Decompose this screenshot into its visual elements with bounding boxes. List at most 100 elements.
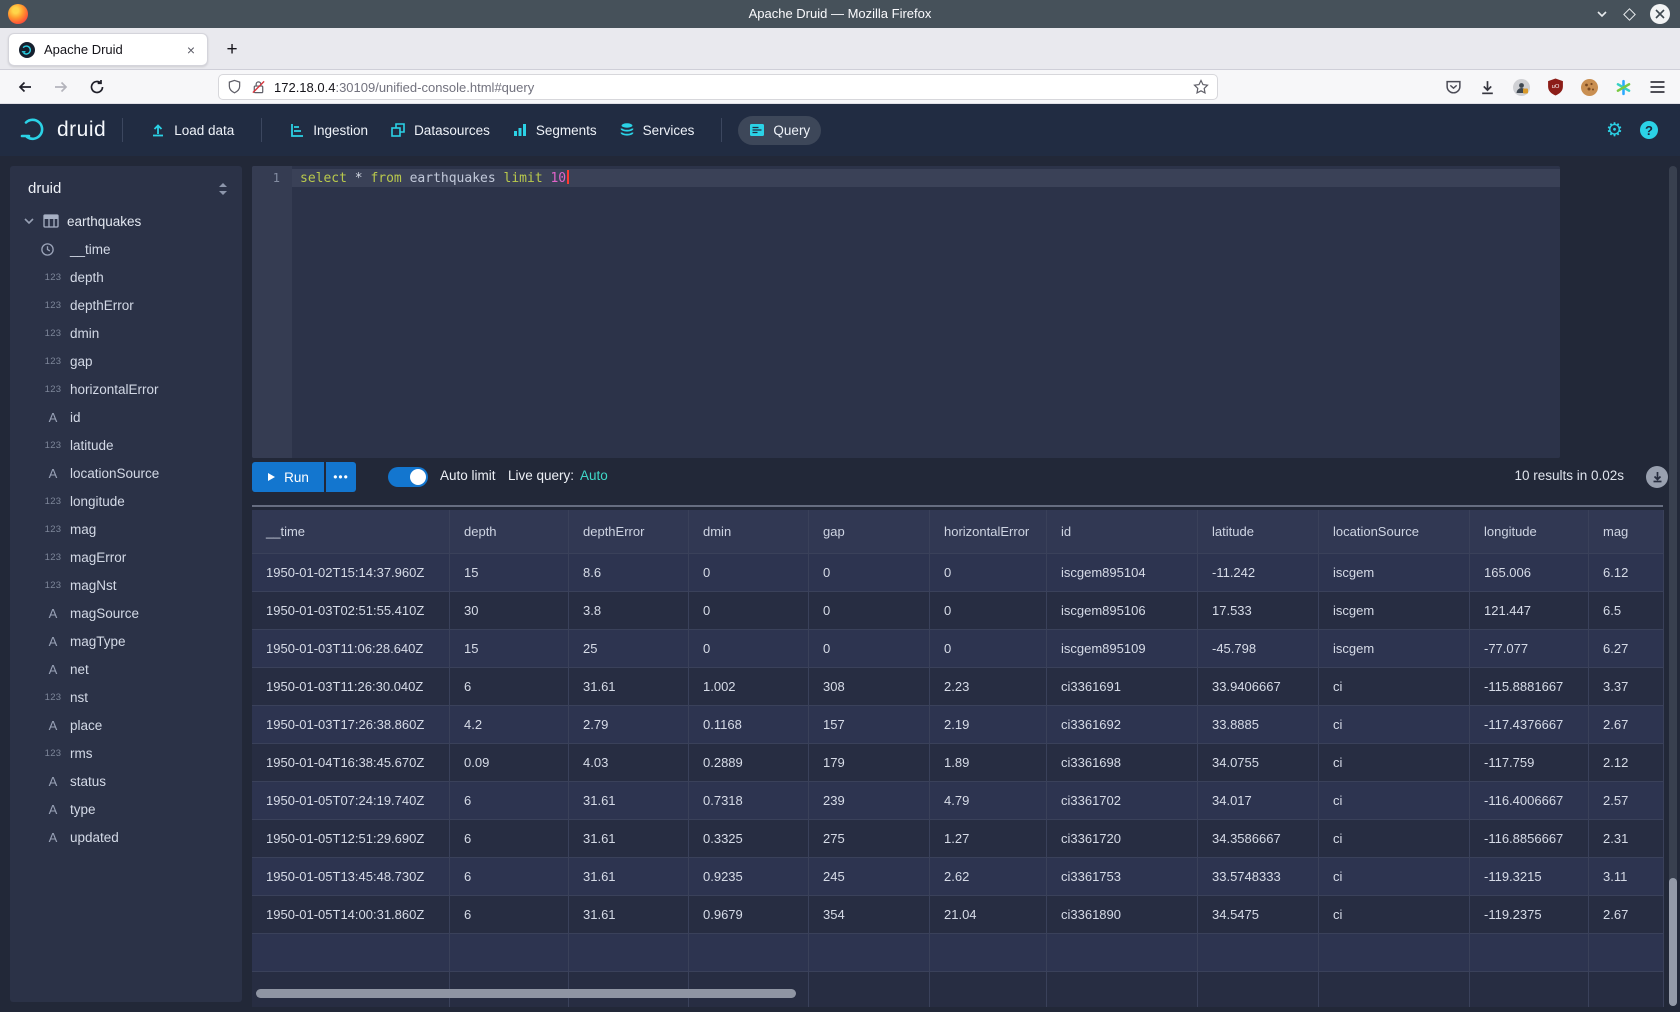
table-cell[interactable]: 31.61: [569, 668, 689, 706]
nav-item-ingestion[interactable]: Ingestion: [278, 115, 379, 145]
table-cell[interactable]: 157: [809, 706, 930, 744]
table-cell[interactable]: ci3361698: [1047, 744, 1198, 782]
nav-item-load-data[interactable]: Load data: [139, 115, 245, 145]
nav-item-segments[interactable]: Segments: [501, 115, 608, 145]
table-cell[interactable]: 1950-01-03T11:06:28.640Z: [252, 630, 450, 668]
table-cell[interactable]: [569, 934, 689, 972]
table-cell[interactable]: 34.0755: [1198, 744, 1319, 782]
schema-column-magType[interactable]: AmagType: [10, 627, 242, 655]
column-header-longitude[interactable]: longitude: [1470, 510, 1589, 554]
containers-extension-icon[interactable]: [1513, 79, 1530, 96]
table-cell[interactable]: 3.37: [1589, 668, 1664, 706]
insecure-lock-icon[interactable]: [251, 79, 266, 95]
table-cell[interactable]: iscgem895106: [1047, 592, 1198, 630]
table-cell[interactable]: -117.4376667: [1470, 706, 1589, 744]
schema-column-__time[interactable]: __time: [10, 235, 242, 263]
table-cell[interactable]: 33.8885: [1198, 706, 1319, 744]
table-cell[interactable]: [809, 972, 930, 1007]
table-cell[interactable]: 0: [809, 630, 930, 668]
table-cell[interactable]: 308: [809, 668, 930, 706]
table-cell[interactable]: 1.27: [930, 820, 1047, 858]
editor-results-splitter[interactable]: [252, 505, 1663, 507]
ublock-origin-icon[interactable]: uO: [1547, 78, 1564, 96]
query-editor[interactable]: 1 select * from earthquakes limit 10: [252, 166, 1560, 458]
table-cell[interactable]: 4.79: [930, 782, 1047, 820]
table-cell[interactable]: 15: [450, 554, 569, 592]
column-header-depth[interactable]: depth: [450, 510, 569, 554]
table-cell[interactable]: ci: [1319, 782, 1470, 820]
url-bar[interactable]: 172.18.0.4:30109/unified-console.html#qu…: [218, 74, 1218, 100]
table-cell[interactable]: -45.798: [1198, 630, 1319, 668]
table-cell[interactable]: 8.6: [569, 554, 689, 592]
tracking-shield-icon[interactable]: [227, 79, 242, 95]
table-cell[interactable]: 0.1168: [689, 706, 809, 744]
column-header-depthError[interactable]: depthError: [569, 510, 689, 554]
run-button[interactable]: Run: [252, 462, 324, 492]
schema-column-depth[interactable]: 123depth: [10, 263, 242, 291]
column-header-__time[interactable]: __time: [252, 510, 450, 554]
schema-column-dmin[interactable]: 123dmin: [10, 319, 242, 347]
table-cell[interactable]: ci3361753: [1047, 858, 1198, 896]
table-cell[interactable]: 2.19: [930, 706, 1047, 744]
schema-column-magSource[interactable]: AmagSource: [10, 599, 242, 627]
table-cell[interactable]: [689, 934, 809, 972]
table-cell[interactable]: -119.3215: [1470, 858, 1589, 896]
schema-column-type[interactable]: Atype: [10, 795, 242, 823]
table-cell[interactable]: iscgem895109: [1047, 630, 1198, 668]
schema-column-magNst[interactable]: 123magNst: [10, 571, 242, 599]
table-cell[interactable]: 30: [450, 592, 569, 630]
table-cell[interactable]: 3.11: [1589, 858, 1664, 896]
table-cell[interactable]: [1047, 972, 1198, 1007]
schema-column-place[interactable]: Aplace: [10, 711, 242, 739]
table-cell[interactable]: ci: [1319, 668, 1470, 706]
live-query-value[interactable]: Auto: [580, 468, 608, 483]
schema-column-net[interactable]: Anet: [10, 655, 242, 683]
table-cell[interactable]: 1950-01-04T16:38:45.670Z: [252, 744, 450, 782]
table-cell[interactable]: 1950-01-03T17:26:38.860Z: [252, 706, 450, 744]
table-cell[interactable]: [1470, 972, 1589, 1007]
table-cell[interactable]: ci: [1319, 858, 1470, 896]
table-cell[interactable]: [1047, 934, 1198, 972]
table-cell[interactable]: 165.006: [1470, 554, 1589, 592]
table-cell[interactable]: 179: [809, 744, 930, 782]
column-header-gap[interactable]: gap: [809, 510, 930, 554]
table-cell[interactable]: 3.8: [569, 592, 689, 630]
table-cell[interactable]: 0: [689, 630, 809, 668]
table-cell[interactable]: 2.79: [569, 706, 689, 744]
horizontal-scrollbar-thumb[interactable]: [256, 989, 796, 998]
table-cell[interactable]: 6: [450, 668, 569, 706]
download-results-button[interactable]: [1646, 466, 1668, 488]
table-cell[interactable]: 1950-01-05T12:51:29.690Z: [252, 820, 450, 858]
table-cell[interactable]: 1950-01-05T07:24:19.740Z: [252, 782, 450, 820]
schema-column-nst[interactable]: 123nst: [10, 683, 242, 711]
help-icon[interactable]: ?: [1640, 121, 1658, 139]
table-cell[interactable]: 34.5475: [1198, 896, 1319, 934]
table-cell[interactable]: iscgem: [1319, 592, 1470, 630]
column-header-mag[interactable]: mag: [1589, 510, 1664, 554]
table-cell[interactable]: 6: [450, 858, 569, 896]
schema-column-rms[interactable]: 123rms: [10, 739, 242, 767]
schema-column-magError[interactable]: 123magError: [10, 543, 242, 571]
table-cell[interactable]: 1950-01-02T15:14:37.960Z: [252, 554, 450, 592]
table-cell[interactable]: 275: [809, 820, 930, 858]
table-cell[interactable]: [1319, 972, 1470, 1007]
druid-logo[interactable]: druid: [20, 117, 106, 143]
new-tab-button[interactable]: +: [218, 36, 246, 64]
table-cell[interactable]: 1.002: [689, 668, 809, 706]
table-cell[interactable]: ci: [1319, 706, 1470, 744]
table-cell[interactable]: -77.077: [1470, 630, 1589, 668]
table-cell[interactable]: 1950-01-03T02:51:55.410Z: [252, 592, 450, 630]
table-cell[interactable]: 0: [930, 554, 1047, 592]
table-cell[interactable]: 21.04: [930, 896, 1047, 934]
table-cell[interactable]: iscgem: [1319, 554, 1470, 592]
table-cell[interactable]: 0: [809, 592, 930, 630]
sort-double-caret-icon[interactable]: [218, 182, 228, 196]
tab-close-icon[interactable]: ×: [185, 42, 197, 58]
table-cell[interactable]: [1198, 934, 1319, 972]
table-cell[interactable]: [1198, 972, 1319, 1007]
table-cell[interactable]: ci: [1319, 896, 1470, 934]
table-cell[interactable]: 121.447: [1470, 592, 1589, 630]
table-cell[interactable]: -116.8856667: [1470, 820, 1589, 858]
table-cell[interactable]: -11.242: [1198, 554, 1319, 592]
table-cell[interactable]: 6: [450, 782, 569, 820]
